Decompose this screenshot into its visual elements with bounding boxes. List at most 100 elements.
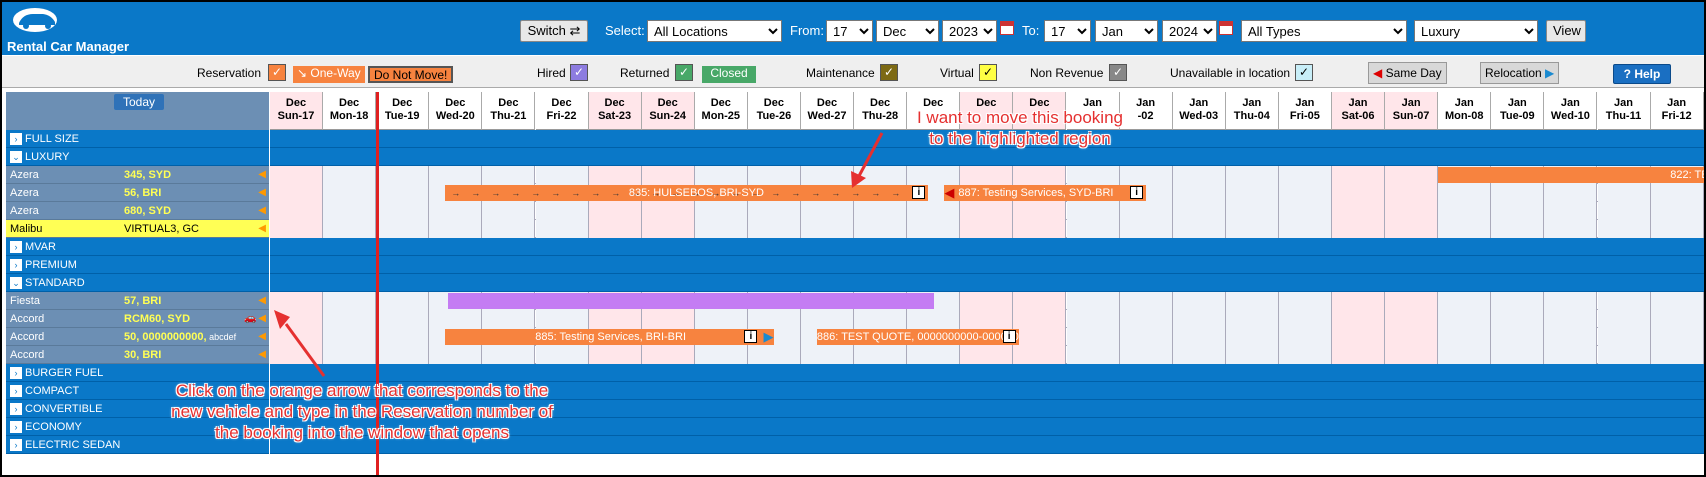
schedule-cell[interactable] [1385,184,1439,202]
expand-icon[interactable]: › [10,403,22,416]
schedule-cell[interactable] [270,166,323,184]
schedule-cell[interactable] [1172,292,1226,310]
schedule-cell[interactable] [1066,310,1120,328]
schedule-cell[interactable] [1066,202,1120,220]
schedule-cell[interactable] [323,220,377,238]
schedule-cell[interactable] [1597,220,1651,238]
schedule-cell[interactable] [1544,220,1598,238]
expand-icon[interactable]: › [10,241,22,254]
schedule-cell[interactable] [1225,220,1279,238]
schedule-cell[interactable] [1438,202,1492,220]
schedule-cell[interactable] [1650,310,1704,328]
schedule-cell[interactable] [1332,202,1385,220]
schedule-cell[interactable] [1491,184,1545,202]
category-row[interactable]: › MVAR [6,238,269,256]
schedule-cell[interactable] [641,310,695,328]
schedule-cell[interactable] [376,166,430,184]
schedule-cell[interactable] [1332,292,1385,310]
schedule-cell[interactable] [376,292,430,310]
schedule-cell[interactable] [323,166,377,184]
schedule-cell[interactable] [376,184,430,202]
schedule-cell[interactable] [1332,310,1385,328]
schedule-cell[interactable] [1172,184,1226,202]
schedule-cell[interactable] [429,310,483,328]
expand-icon[interactable]: ⌄ [10,277,22,290]
schedule-cell[interactable] [1385,166,1439,184]
schedule-cell[interactable] [854,346,908,364]
schedule-cell[interactable] [694,166,748,184]
schedule-cell[interactable] [1225,184,1279,202]
schedule-cell[interactable] [1066,220,1120,238]
schedule-cell[interactable] [323,310,377,328]
schedule-cell[interactable] [588,310,642,328]
schedule-cell[interactable] [747,166,801,184]
schedule-cell[interactable] [801,310,854,328]
schedule-cell[interactable] [1385,328,1439,346]
schedule-cell[interactable] [429,220,483,238]
schedule-cell[interactable] [747,202,801,220]
from-month-select[interactable]: Dec [876,20,939,42]
schedule-cell[interactable] [1650,202,1704,220]
schedule-cell[interactable] [482,220,536,238]
non-revenue-checkbox[interactable]: ✓ [1109,64,1127,81]
from-day-select[interactable]: 17 [826,20,873,42]
schedule-cell[interactable] [694,202,748,220]
expand-icon[interactable]: › [10,385,22,398]
schedule-cell[interactable] [1650,346,1704,364]
schedule-cell[interactable] [1438,346,1492,364]
schedule-cell[interactable] [1225,292,1279,310]
schedule-cell[interactable] [801,220,854,238]
schedule-cell[interactable] [1544,184,1598,202]
schedule-cell[interactable] [1278,220,1332,238]
schedule-cell[interactable] [1172,220,1226,238]
schedule-cell[interactable] [1119,202,1173,220]
schedule-cell[interactable] [323,184,377,202]
booking-bar[interactable]: →→→→→→→→→→→→→→→→→→→→→→→ 835: HULSEBOS, BR… [445,185,929,201]
schedule-cell[interactable] [429,202,483,220]
schedule-cell[interactable] [1066,328,1120,346]
schedule-cell[interactable] [588,346,642,364]
types-select[interactable]: All Types [1241,20,1407,42]
schedule-cell[interactable] [482,202,536,220]
schedule-cell[interactable] [376,346,430,364]
schedule-cell[interactable] [482,310,536,328]
schedule-cell[interactable] [854,166,908,184]
info-icon[interactable]: i [1002,330,1016,343]
schedule-cell[interactable] [960,310,1014,328]
schedule-cell[interactable] [588,166,642,184]
schedule-cell[interactable] [1438,292,1492,310]
schedule-cell[interactable] [854,202,908,220]
schedule-cell[interactable] [960,346,1014,364]
schedule-cell[interactable] [1119,310,1173,328]
schedule-cell[interactable] [588,202,642,220]
schedule-cell[interactable] [535,166,589,184]
move-booking-arrow-icon[interactable]: ◀ [258,292,266,310]
unavailable-checkbox[interactable]: ✓ [1295,64,1313,81]
expand-icon[interactable]: › [10,367,22,380]
schedule-cell[interactable] [1172,202,1226,220]
move-booking-arrow-icon[interactable]: ◀ [258,310,266,328]
schedule-cell[interactable] [1278,184,1332,202]
move-booking-arrow-icon[interactable]: ◀ [258,184,266,202]
schedule-cell[interactable] [1385,220,1439,238]
category-row[interactable]: › PREMIUM [6,256,269,274]
schedule-cell[interactable] [1385,202,1439,220]
maintenance-checkbox[interactable]: ✓ [880,64,898,81]
schedule-cell[interactable] [1013,310,1067,328]
highlighted-region[interactable] [447,293,934,309]
schedule-cell[interactable] [1119,346,1173,364]
schedule-cell[interactable] [1066,292,1120,310]
schedule-cell[interactable] [1013,346,1067,364]
schedule-cell[interactable] [270,184,323,202]
schedule-cell[interactable] [1438,310,1492,328]
schedule-cell[interactable] [1385,292,1439,310]
schedule-cell[interactable] [1278,202,1332,220]
schedule-cell[interactable] [323,346,377,364]
info-icon[interactable]: i [912,186,926,199]
schedule-cell[interactable] [1544,202,1598,220]
schedule-cell[interactable] [907,220,961,238]
schedule-cell[interactable] [960,292,1014,310]
schedule-cell[interactable] [1013,166,1067,184]
schedule-cell[interactable] [482,346,536,364]
schedule-cell[interactable] [1278,292,1332,310]
